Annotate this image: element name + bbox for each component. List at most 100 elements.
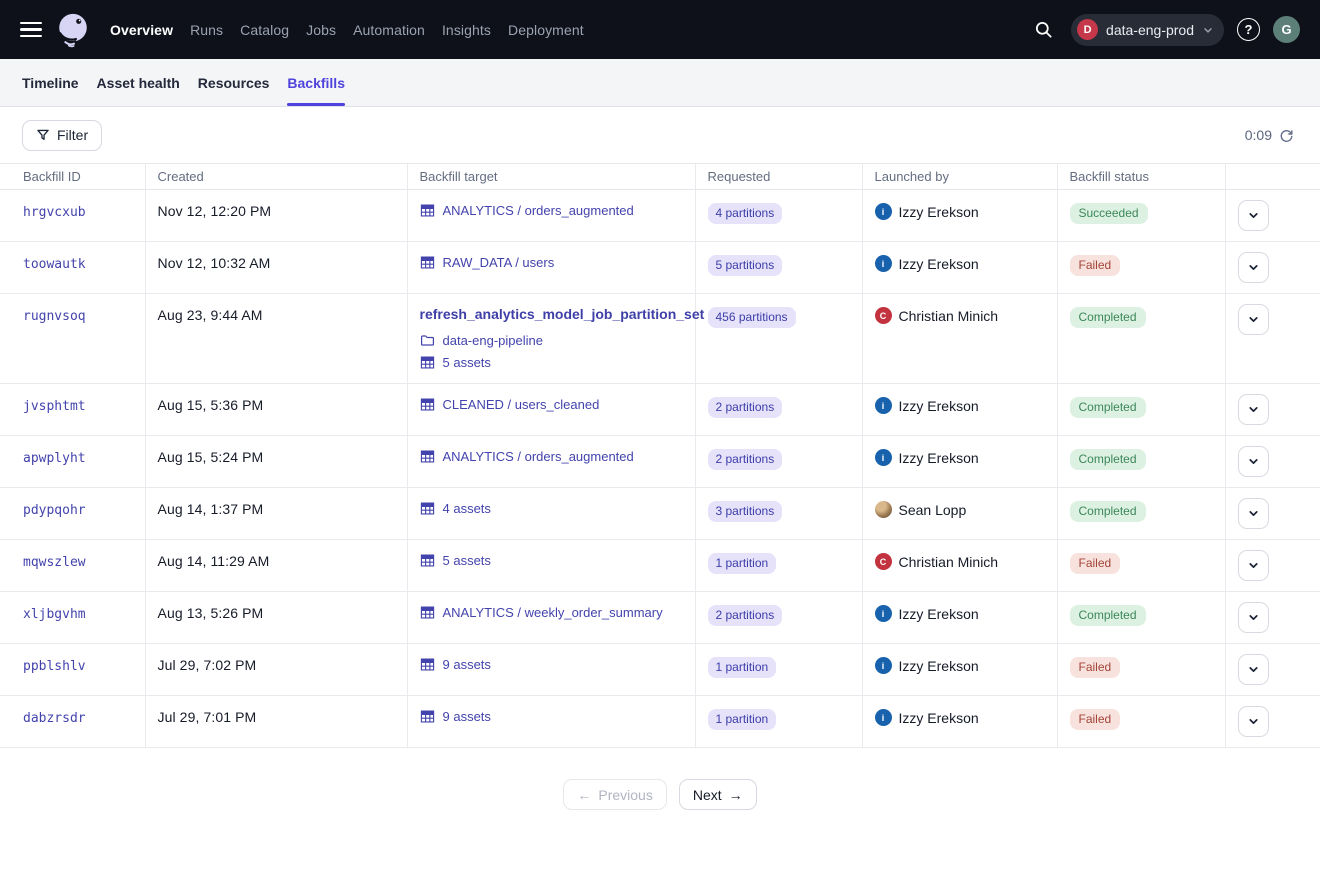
launched-by-user: iIzzy Erekson: [875, 657, 1045, 674]
row-menu-button[interactable]: [1238, 446, 1269, 477]
backfill-id-link[interactable]: xljbgvhm: [23, 607, 86, 622]
status-badge: Completed: [1070, 397, 1146, 418]
row-menu-button[interactable]: [1238, 304, 1269, 335]
chevron-down-icon: [1247, 559, 1260, 572]
right-arrow-icon: →: [729, 787, 743, 803]
tab-asset-health[interactable]: Asset health: [97, 59, 180, 106]
nav-item-overview[interactable]: Overview: [110, 22, 173, 38]
search-icon[interactable]: [1028, 15, 1058, 45]
column-header-backfill-id: Backfill ID: [0, 164, 145, 190]
status-badge: Failed: [1070, 553, 1121, 574]
row-menu-button[interactable]: [1238, 654, 1269, 685]
user-initial-avatar: C: [875, 553, 892, 570]
status-badge: Failed: [1070, 255, 1121, 276]
backfill-target-link[interactable]: ANALYTICS / weekly_order_summary: [443, 605, 663, 620]
status-badge: Completed: [1070, 501, 1146, 522]
created-timestamp: Jul 29, 7:01 PM: [158, 709, 257, 725]
user-photo-avatar: [875, 501, 892, 518]
backfill-id-link[interactable]: apwplyht: [23, 451, 86, 466]
nav-item-insights[interactable]: Insights: [442, 22, 491, 38]
folder-icon: [420, 333, 435, 348]
backfill-target-link[interactable]: ANALYTICS / orders_augmented: [443, 449, 634, 464]
table-row: xljbgvhmAug 13, 5:26 PMANALYTICS / weekl…: [0, 592, 1320, 644]
row-menu-button[interactable]: [1238, 394, 1269, 425]
backfill-id-link[interactable]: jvsphtmt: [23, 399, 86, 414]
user-initial-avatar: i: [875, 397, 892, 414]
help-icon[interactable]: ?: [1237, 18, 1260, 41]
row-menu-button[interactable]: [1238, 602, 1269, 633]
chevron-down-icon: [1247, 611, 1260, 624]
backfill-target-link[interactable]: RAW_DATA / users: [443, 255, 555, 270]
partitions-badge: 456 partitions: [708, 307, 796, 328]
backfill-id-link[interactable]: ppblshlv: [23, 659, 86, 674]
user-avatar[interactable]: G: [1273, 16, 1300, 43]
tab-resources[interactable]: Resources: [198, 59, 270, 106]
backfill-target-link[interactable]: 5 assets: [443, 355, 491, 370]
backfill-id-link[interactable]: hrgvcxub: [23, 205, 86, 220]
user-initial-avatar: C: [875, 307, 892, 324]
chevron-down-icon: [1247, 313, 1260, 326]
backfill-target-link[interactable]: data-eng-pipeline: [443, 333, 543, 348]
created-timestamp: Aug 15, 5:24 PM: [158, 449, 264, 465]
filter-label: Filter: [57, 127, 88, 143]
backfill-id-link[interactable]: mqwszlew: [23, 555, 86, 570]
launched-by-user: Sean Lopp: [875, 501, 1045, 518]
user-initial-avatar: i: [875, 255, 892, 272]
backfill-target-link[interactable]: 4 assets: [443, 501, 491, 516]
backfill-id-link[interactable]: toowautk: [23, 257, 86, 272]
launched-by-user: CChristian Minich: [875, 553, 1045, 570]
row-menu-button[interactable]: [1238, 498, 1269, 529]
backfill-target-link[interactable]: 9 assets: [443, 709, 491, 724]
column-header-backfill-target: Backfill target: [407, 164, 695, 190]
hamburger-menu-icon[interactable]: [20, 18, 44, 42]
refresh-icon[interactable]: [1279, 128, 1294, 143]
tab-backfills[interactable]: Backfills: [287, 59, 345, 106]
partitions-badge: 2 partitions: [708, 397, 783, 418]
previous-button[interactable]: ← Previous: [563, 779, 666, 810]
backfill-id-link[interactable]: rugnvsoq: [23, 309, 86, 324]
backfill-target-link[interactable]: 9 assets: [443, 657, 491, 672]
backfill-target-link[interactable]: 5 assets: [443, 553, 491, 568]
backfill-target-job-link[interactable]: refresh_analytics_model_job_partition_se…: [420, 306, 683, 322]
nav-item-catalog[interactable]: Catalog: [240, 22, 289, 38]
row-menu-button[interactable]: [1238, 706, 1269, 737]
filter-button[interactable]: Filter: [22, 120, 102, 151]
deployment-badge: D: [1077, 19, 1098, 40]
table-grid-icon: [420, 355, 435, 370]
table-row: hrgvcxub Nov 12, 12:20 PM ANALYTICS / orde…: [0, 190, 1320, 242]
deployment-switcher[interactable]: D data-eng-prod: [1071, 14, 1224, 46]
table-row: pdypqohrAug 14, 1:37 PM4 assets3 partiti…: [0, 488, 1320, 540]
launched-by-user: iIzzy Erekson: [875, 449, 1045, 466]
next-button[interactable]: Next →: [679, 779, 757, 810]
dagster-logo[interactable]: [54, 8, 92, 52]
table-grid-icon: [420, 501, 435, 516]
chevron-down-icon: [1247, 507, 1260, 520]
refresh-countdown: 0:09: [1245, 127, 1272, 143]
nav-item-jobs[interactable]: Jobs: [306, 22, 336, 38]
created-timestamp: Aug 14, 1:37 PM: [158, 501, 264, 517]
row-menu-button[interactable]: [1238, 550, 1269, 581]
backfill-target-link[interactable]: CLEANED / users_cleaned: [443, 397, 600, 412]
row-menu-button[interactable]: [1238, 252, 1269, 283]
chevron-down-icon: [1202, 24, 1214, 36]
created-timestamp: Nov 12, 12:20 PM: [158, 203, 272, 219]
backfill-id-link[interactable]: dabzrsdr: [23, 711, 86, 726]
deployment-name: data-eng-prod: [1106, 22, 1194, 38]
table-grid-icon: [420, 255, 435, 270]
chevron-down-icon: [1247, 663, 1260, 676]
backfill-target-link[interactable]: ANALYTICS / orders_augmented: [443, 203, 634, 218]
user-initial-avatar: i: [875, 709, 892, 726]
backfill-id-link[interactable]: pdypqohr: [23, 503, 86, 518]
table-grid-icon: [420, 203, 435, 218]
nav-item-deployment[interactable]: Deployment: [508, 22, 584, 38]
top-navigation-bar: Overview Runs Catalog Jobs Automation Insight…: [0, 0, 1320, 59]
row-menu-button[interactable]: [1238, 200, 1269, 231]
partitions-badge: 4 partitions: [708, 203, 783, 224]
nav-item-runs[interactable]: Runs: [190, 22, 223, 38]
created-timestamp: Aug 15, 5:36 PM: [158, 397, 264, 413]
table-grid-icon: [420, 449, 435, 464]
nav-item-automation[interactable]: Automation: [353, 22, 425, 38]
column-header-created: Created: [145, 164, 407, 190]
partitions-badge: 1 partition: [708, 657, 777, 678]
tab-timeline[interactable]: Timeline: [22, 59, 79, 106]
